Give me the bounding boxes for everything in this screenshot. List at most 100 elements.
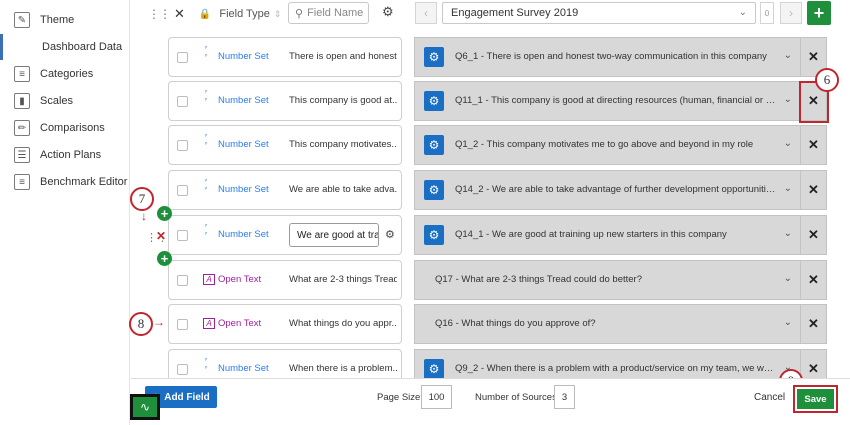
remove-mapping-button[interactable]: ✕ [801,260,827,300]
number-set-icon: ′ ′ [205,89,207,108]
add-source-button[interactable]: + [807,1,831,25]
field-name[interactable]: There is open and honest... [289,51,397,62]
remove-mapping-button[interactable]: ✕ [801,170,827,210]
field-row[interactable]: A Open Text What things do you appr... [168,304,402,344]
row-checkbox[interactable] [177,364,188,375]
add-field-label: Add Field [164,391,210,403]
callout-arrow-icon: → [153,315,165,329]
field-row[interactable]: A Open Text What are 2-3 things Tread... [168,260,402,300]
source-question-select[interactable]: ⚙ Q1_2 - This company motivates me to go … [414,125,801,165]
row-checkbox[interactable] [177,230,188,241]
remove-mapping-button[interactable]: ✕ [801,125,827,165]
lock-icon: 🔒 [198,8,212,20]
chevron-down-icon: ⌄ [783,228,792,239]
source-question-label: Q17 - What are 2-3 things Tread could do… [435,274,643,285]
sidebar-item-comparisons[interactable]: ✏ Comparisons [0,115,130,141]
sidebar-item-categories[interactable]: ≡ Categories [0,61,130,87]
page-size-label: Page Size: [377,392,423,403]
field-row[interactable]: ′ ′ Number Set There is open and honest... [168,37,402,77]
number-set-icon: ′ ′ [205,223,207,242]
gear-icon[interactable]: ⚙ [385,228,395,241]
clipboard-icon: ☰ [14,147,30,163]
source-question-select[interactable]: ⚙ Q6_1 - There is open and honest two-way… [414,37,801,77]
survey-source-select[interactable]: Engagement Survey 2019 ⌄ [442,2,756,24]
chevron-down-icon: ⌄ [783,273,792,284]
field-type-header[interactable]: Field Type [219,8,270,20]
row-checkbox[interactable] [177,140,188,151]
source-index-box[interactable]: 0 [760,2,774,24]
activity-pulse-icon[interactable]: ∿ [130,394,160,420]
field-name[interactable]: When there is a problem... [289,363,397,374]
source-question-select[interactable]: ⚙ Q11_1 - This company is good at directi… [414,81,801,121]
brush-icon: ✎ [14,12,30,28]
close-icon[interactable]: ✕ [174,6,185,22]
field-type-label[interactable]: Number Set [218,51,269,62]
field-name[interactable]: What things do you appr... [289,318,397,329]
field-name-input[interactable]: We are good at tra [289,223,379,247]
remove-mapping-button[interactable]: ✕ [801,304,827,344]
row-checkbox[interactable] [177,275,188,286]
field-type-label[interactable]: Number Set [218,139,269,150]
gear-icon[interactable]: ⚙ [424,47,444,67]
source-question-select[interactable]: Q16 - What things do you approve of? ⌄ [414,304,801,344]
callout-arrow-icon: ↓ [141,209,147,223]
remove-mapping-button[interactable]: ✕ [801,215,827,255]
source-question-label: Q14_2 - We are able to take advantage of… [455,184,777,195]
search-icon: ⚲ [295,7,304,20]
sidebar-item-scales[interactable]: ▮ Scales [0,88,130,114]
sort-icon[interactable]: ⇕ [274,9,282,20]
row-checkbox[interactable] [177,185,188,196]
field-row[interactable]: ′ ′ Number Set We are good at tra ⚙ [168,215,402,255]
field-name[interactable]: We are able to take adva... [289,184,397,195]
remove-field-icon[interactable]: ✕ [156,229,166,243]
page-size-input[interactable]: 100 [421,385,452,409]
field-name[interactable]: This company motivates... [289,139,397,150]
insert-field-above-button[interactable]: + [157,206,172,221]
callout-6: 6 [815,68,839,92]
gear-icon[interactable]: ⚙ [424,180,444,200]
row-checkbox[interactable] [177,52,188,63]
bar-chart-icon: ▮ [14,93,30,109]
row-checkbox[interactable] [177,319,188,330]
source-question-select[interactable]: ⚙ Q14_2 - We are able to take advantage o… [414,170,801,210]
sidebar-item-benchmark-editor[interactable]: ≡ Benchmark Editor [0,169,130,195]
field-row[interactable]: ′ ′ Number Set We are able to take adva... [168,170,402,210]
open-text-icon: A [203,274,215,285]
save-button[interactable]: Save [797,389,834,409]
gear-icon[interactable]: ⚙ [382,4,394,20]
previous-source-button[interactable]: ‹ [415,2,437,24]
field-name[interactable]: This company is good at... [289,95,397,106]
source-question-select[interactable]: ⚙ Q14_1 - We are good at training up new … [414,215,801,255]
sidebar-item-dashboard-data[interactable]: Dashboard Data [0,34,130,60]
cancel-button[interactable]: Cancel [754,392,785,403]
source-question-select[interactable]: Q17 - What are 2-3 things Tread could do… [414,260,801,300]
field-type-label[interactable]: Number Set [218,363,269,374]
chevron-down-icon: ⌄ [738,7,747,18]
field-type-label[interactable]: Open Text [218,274,261,285]
dashboard-data-editor: ✎ Theme Dashboard Data ≡ Categories ▮ Sc… [0,0,850,425]
gear-icon[interactable]: ⚙ [424,135,444,155]
gear-icon[interactable]: ⚙ [424,91,444,111]
field-row[interactable]: ′ ′ Number Set This company motivates... [168,125,402,165]
chevron-down-icon: ⌄ [783,183,792,194]
field-type-label[interactable]: Open Text [218,318,261,329]
field-name-search[interactable]: ⚲ Field Name [288,2,369,24]
field-type-label[interactable]: Number Set [218,95,269,106]
field-row[interactable]: ′ ′ Number Set This company is good at... [168,81,402,121]
sidebar-item-theme[interactable]: ✎ Theme [0,7,130,33]
field-type-label[interactable]: Number Set [218,184,269,195]
gear-icon[interactable]: ⚙ [424,359,444,379]
sidebar-item-action-plans[interactable]: ☰ Action Plans [0,142,130,168]
survey-select-value: Engagement Survey 2019 [451,7,579,19]
chevron-down-icon: ⌄ [783,138,792,149]
source-question-label: Q11_1 - This company is good at directin… [455,95,777,106]
sidebar-item-label: Dashboard Data [42,41,123,53]
gear-icon[interactable]: ⚙ [424,225,444,245]
row-checkbox[interactable] [177,96,188,107]
sidebar-item-label: Theme [40,14,75,26]
num-sources-input[interactable]: 3 [554,385,575,409]
insert-field-below-button[interactable]: + [157,251,172,266]
field-type-label[interactable]: Number Set [218,229,269,240]
field-name[interactable]: What are 2-3 things Tread... [289,274,397,285]
next-source-button[interactable]: › [780,2,802,24]
